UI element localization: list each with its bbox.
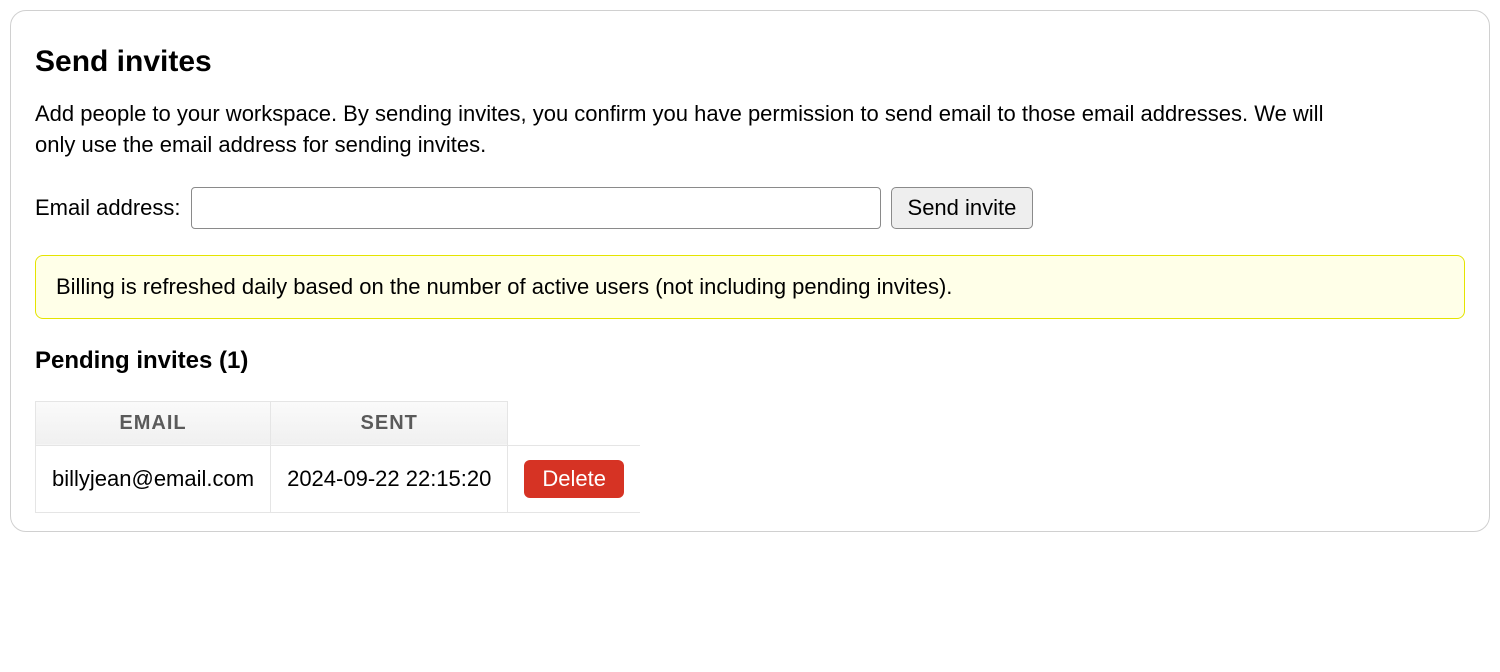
delete-button[interactable]: Delete: [524, 460, 624, 498]
invite-card: Send invites Add people to your workspac…: [10, 10, 1490, 532]
cell-email: billyjean@email.com: [36, 445, 271, 512]
send-invite-button[interactable]: Send invite: [891, 187, 1034, 229]
table-row: billyjean@email.com 2024-09-22 22:15:20 …: [36, 445, 640, 512]
col-sent: SENT: [271, 401, 508, 445]
section-description: Add people to your workspace. By sending…: [35, 99, 1335, 161]
col-email: EMAIL: [36, 401, 271, 445]
section-title: Send invites: [35, 45, 1465, 79]
invite-form: Email address: Send invite: [35, 187, 1465, 229]
pending-invites-table: EMAIL SENT billyjean@email.com 2024-09-2…: [35, 401, 640, 513]
email-input[interactable]: [191, 187, 881, 229]
table-header-row: EMAIL SENT: [36, 401, 640, 445]
cell-actions: Delete: [508, 445, 640, 512]
email-label: Email address:: [35, 195, 181, 221]
col-actions: [508, 401, 640, 445]
pending-invites-title: Pending invites (1): [35, 347, 1465, 375]
cell-sent: 2024-09-22 22:15:20: [271, 445, 508, 512]
billing-notice: Billing is refreshed daily based on the …: [35, 255, 1465, 319]
